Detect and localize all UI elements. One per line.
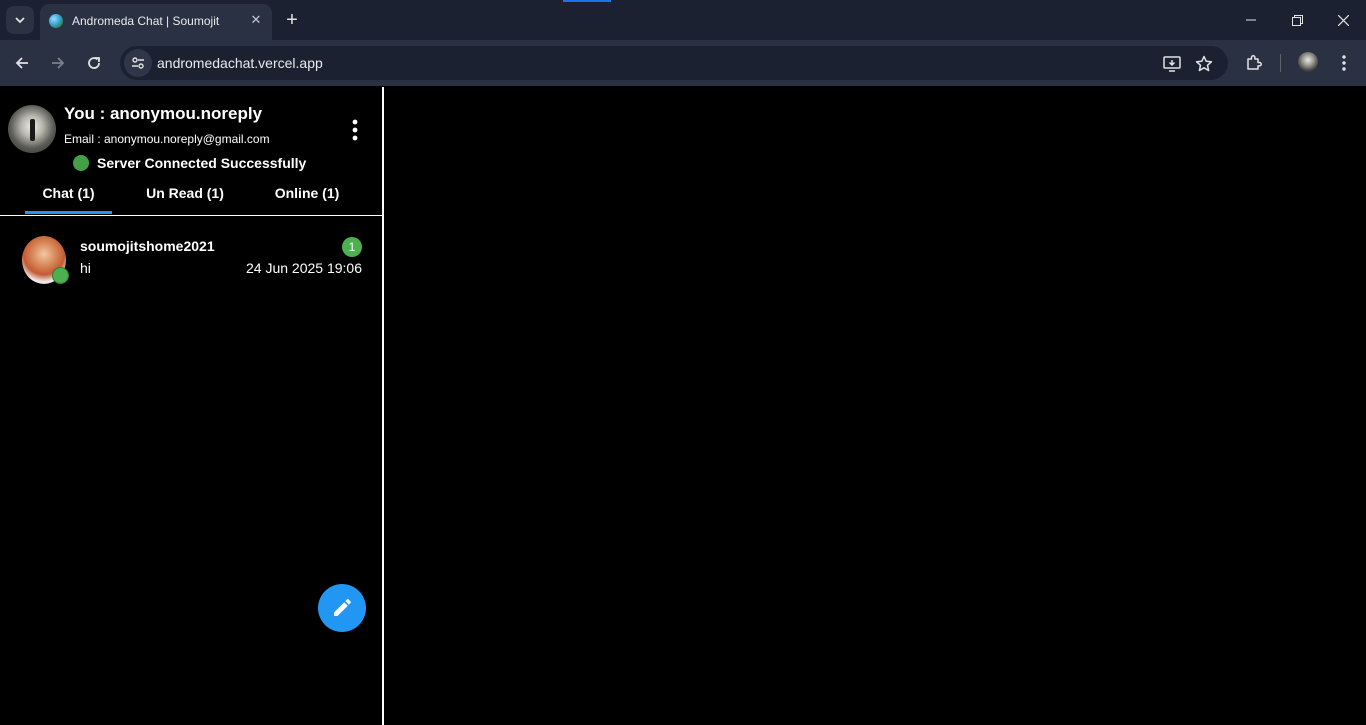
user-title: You : anonymou.noreply [64, 104, 263, 123]
site-info-button[interactable] [124, 49, 152, 77]
tab-title: Andromeda Chat | Soumojit [72, 14, 220, 28]
tabstrip-accent [563, 0, 611, 2]
status-dot-icon [73, 155, 89, 171]
restore-icon [1291, 14, 1303, 26]
unread-count-badge: 1 [342, 237, 362, 257]
server-status: Server Connected Successfully [73, 155, 306, 171]
sidebar-menu-button[interactable] [344, 117, 366, 143]
tab-close-icon[interactable]: ✕ [246, 10, 266, 30]
browser-toolbar: andromedachat.vercel.app [0, 40, 1366, 86]
address-bar[interactable]: andromedachat.vercel.app [120, 46, 1228, 80]
extensions-icon[interactable] [1241, 50, 1267, 76]
reload-button[interactable] [80, 49, 108, 77]
conversation-pane [384, 87, 1366, 725]
install-app-icon[interactable] [1162, 54, 1182, 74]
tab-chat[interactable]: Chat (1) [25, 185, 112, 201]
restore-button[interactable] [1274, 0, 1320, 40]
new-tab-button[interactable]: + [280, 8, 304, 32]
tab-unread[interactable]: Un Read (1) [134, 185, 236, 201]
browser-menu-icon[interactable] [1331, 50, 1357, 76]
minimize-button[interactable] [1228, 0, 1274, 40]
chat-list-item[interactable]: soumojitshome2021 hi 24 Jun 2025 19:06 1 [0, 228, 382, 290]
close-icon [1337, 14, 1349, 26]
last-message: hi [80, 260, 91, 276]
active-tab-indicator [25, 211, 112, 214]
tune-icon [132, 57, 144, 69]
tab-online[interactable]: Online (1) [264, 185, 350, 201]
my-avatar[interactable] [8, 105, 56, 153]
more-vert-icon [352, 119, 358, 141]
browser-tabstrip: Andromeda Chat | Soumojit ✕ + [0, 0, 1366, 40]
online-indicator-icon [52, 267, 69, 284]
profile-avatar[interactable] [1298, 52, 1318, 72]
user-email: Email : anonymou.noreply@gmail.com [64, 132, 270, 146]
pencil-icon [334, 599, 351, 616]
tab-search-button[interactable] [6, 6, 34, 34]
status-text: Server Connected Successfully [97, 155, 307, 171]
forward-button[interactable] [44, 49, 72, 77]
url-text: andromedachat.vercel.app [157, 55, 323, 71]
contact-name: soumojitshome2021 [80, 238, 215, 254]
toolbar-divider [1280, 54, 1281, 72]
arrow-left-icon [15, 57, 28, 69]
site-favicon-icon [49, 14, 63, 28]
message-time: 24 Jun 2025 19:06 [246, 260, 362, 276]
minimize-icon [1246, 19, 1256, 21]
bookmark-star-icon[interactable] [1194, 54, 1214, 74]
browser-tab-active[interactable]: Andromeda Chat | Soumojit ✕ [40, 4, 272, 40]
new-chat-button[interactable] [318, 584, 366, 632]
close-window-button[interactable] [1320, 0, 1366, 40]
avatar-figure [30, 119, 35, 141]
arrow-right-icon [52, 57, 65, 69]
chat-sidebar: You : anonymou.noreply Email : anonymou.… [0, 87, 384, 725]
reload-icon [88, 57, 100, 69]
back-button[interactable] [8, 49, 36, 77]
chat-tabs: Chat (1) Un Read (1) Online (1) [0, 179, 382, 216]
chevron-down-icon [15, 17, 25, 24]
